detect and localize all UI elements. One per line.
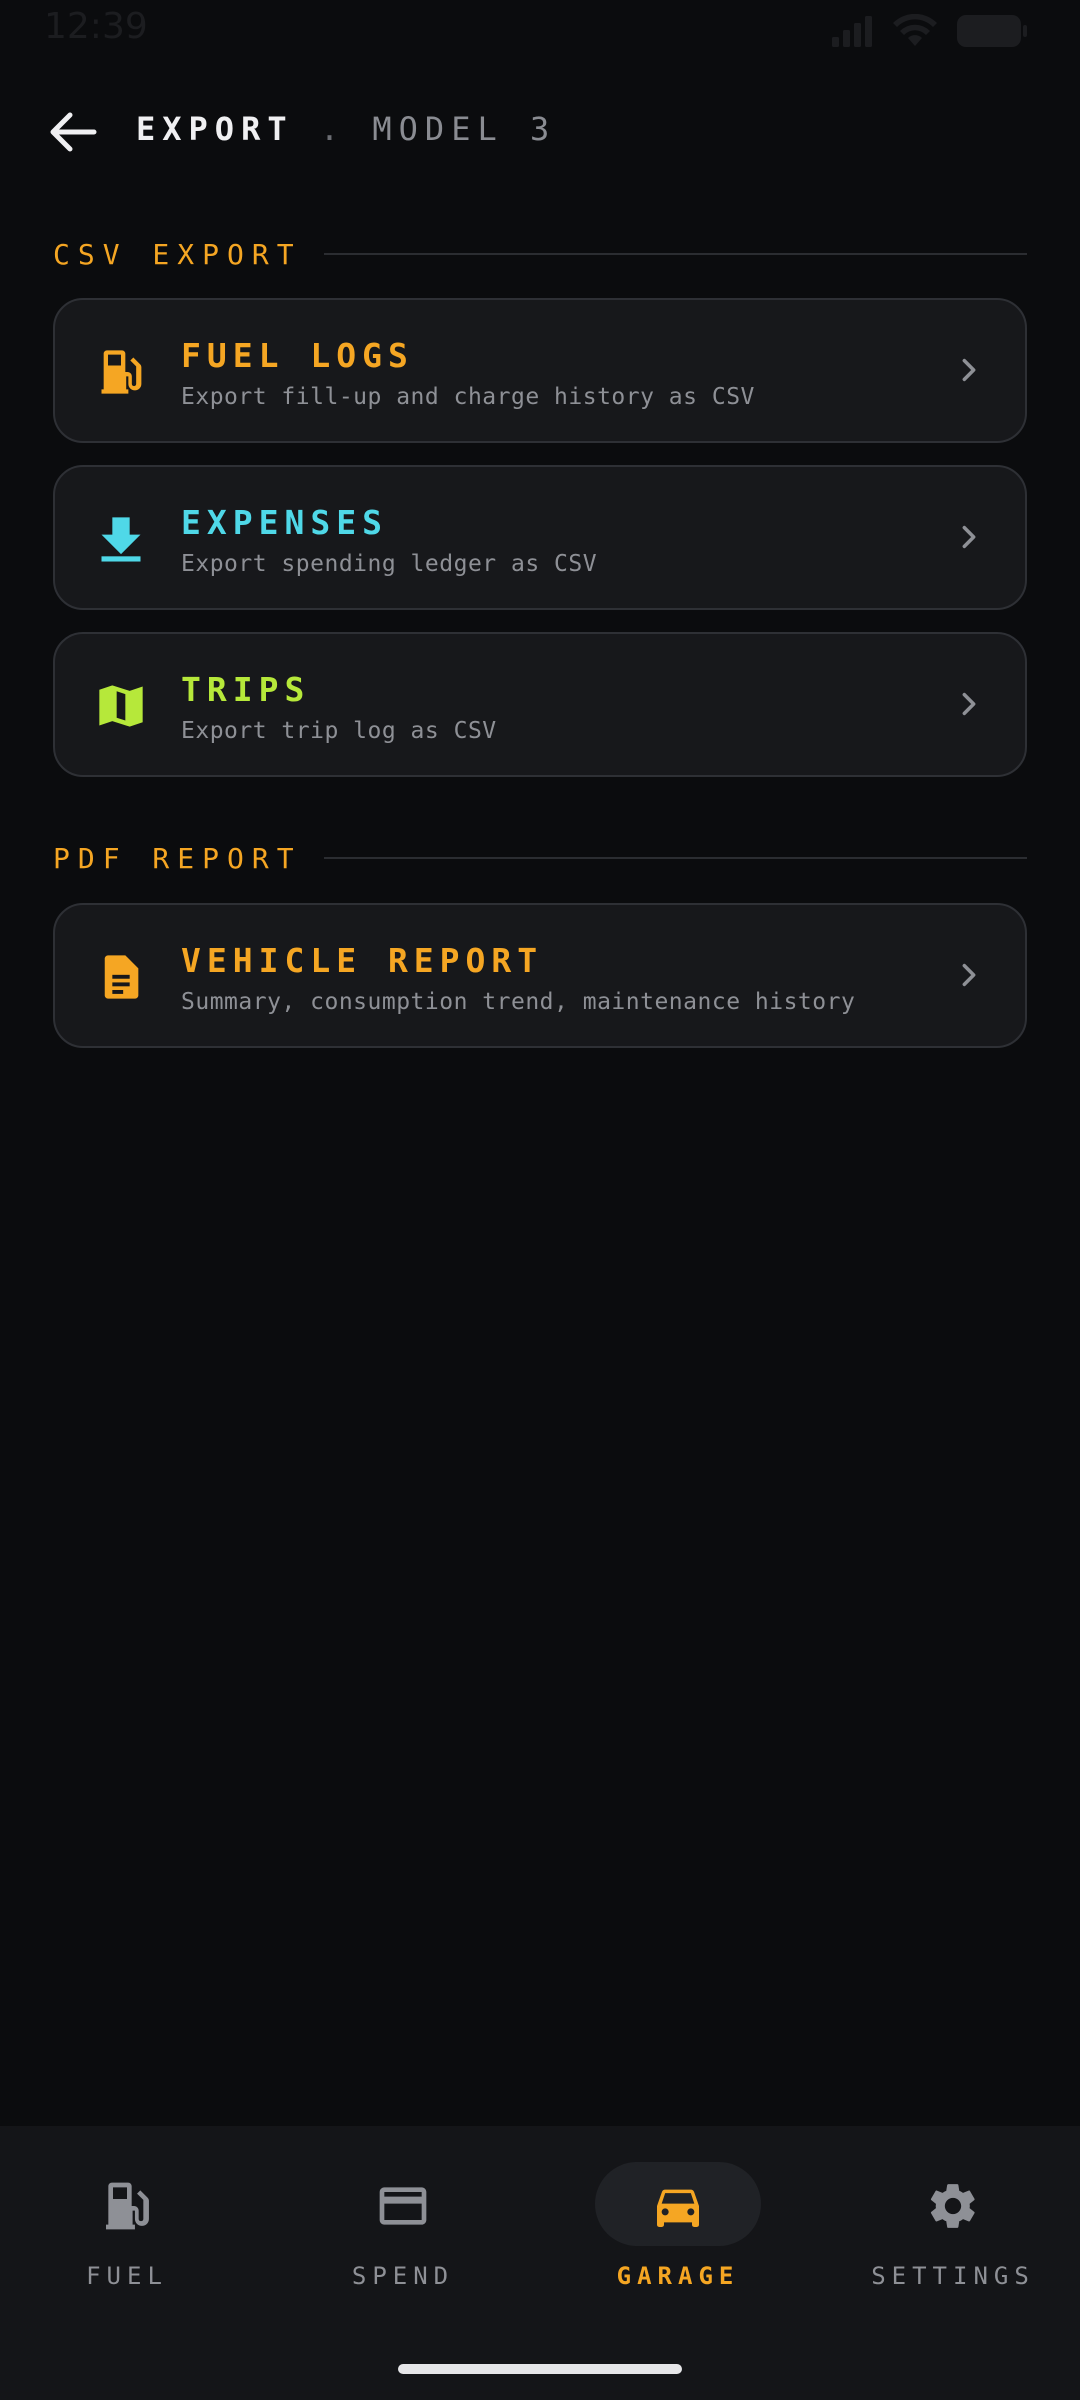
- back-button[interactable]: [46, 108, 100, 156]
- section-label: PDF REPORT: [53, 841, 302, 875]
- section-label: CSV EXPORT: [53, 237, 302, 271]
- map-icon: [99, 685, 143, 727]
- nav-label: GARAGE: [616, 2262, 740, 2290]
- card-description: Export trip log as CSV: [181, 718, 497, 744]
- car-icon: [657, 2189, 699, 2227]
- nav-label: SPEND: [351, 2262, 455, 2290]
- card-title: TRIPS: [181, 670, 311, 709]
- status-icons: [830, 14, 1028, 48]
- section-pdf-report: PDF REPORT: [53, 838, 1027, 878]
- chevron-right-icon: [962, 963, 976, 987]
- credit-card-icon: [379, 2187, 427, 2225]
- nav-spend[interactable]: SPEND: [303, 2162, 503, 2302]
- card-description: Export spending ledger as CSV: [181, 551, 598, 577]
- gear-icon: [930, 2184, 975, 2228]
- card-title: VEHICLE REPORT: [181, 941, 544, 980]
- document-icon: [104, 955, 139, 999]
- section-divider: [323, 253, 1027, 255]
- section-csv-export: CSV EXPORT: [53, 234, 1027, 274]
- bottom-navigation: FUEL SPEND GARAGE SETTINGS: [0, 2126, 1080, 2400]
- title-separator: .: [319, 110, 347, 148]
- chevron-right-icon: [962, 358, 976, 382]
- download-icon: [101, 517, 141, 562]
- nav-fuel[interactable]: FUEL: [27, 2162, 227, 2302]
- export-expenses-card[interactable]: EXPENSES Export spending ledger as CSV: [53, 465, 1027, 610]
- fuel-pump-icon: [106, 2182, 149, 2230]
- section-divider: [323, 857, 1027, 859]
- page-subtitle: MODEL 3: [372, 110, 557, 148]
- battery-icon: [957, 15, 1027, 47]
- wifi-icon: [893, 14, 937, 46]
- export-trips-card[interactable]: TRIPS Export trip log as CSV: [53, 632, 1027, 777]
- card-title: FUEL LOGS: [181, 336, 414, 375]
- signal-icon: [832, 16, 872, 47]
- vehicle-report-card[interactable]: VEHICLE REPORT Summary, consumption tren…: [53, 903, 1027, 1048]
- nav-garage[interactable]: GARAGE: [578, 2162, 778, 2302]
- nav-label: FUEL: [86, 2262, 168, 2290]
- home-indicator[interactable]: [398, 2364, 682, 2374]
- page-title: EXPORT . MODEL 3: [136, 110, 556, 148]
- card-title: EXPENSES: [181, 503, 388, 542]
- export-fuel-logs-card[interactable]: FUEL LOGS Export fill-up and charge hist…: [53, 298, 1027, 443]
- card-description: Export fill-up and charge history as CSV: [181, 384, 755, 410]
- arrow-left-icon: [50, 112, 97, 152]
- card-description: Summary, consumption trend, maintenance …: [181, 989, 856, 1015]
- fuel-pump-icon: [101, 350, 142, 394]
- nav-settings[interactable]: SETTINGS: [853, 2162, 1053, 2302]
- nav-label: SETTINGS: [871, 2262, 1035, 2290]
- chevron-right-icon: [962, 692, 976, 716]
- app-header: EXPORT . MODEL 3: [0, 90, 1080, 174]
- status-bar: 12:39: [0, 0, 1080, 60]
- status-time: 12:39: [44, 6, 148, 47]
- page-title-main: EXPORT: [136, 110, 294, 148]
- chevron-right-icon: [962, 525, 976, 549]
